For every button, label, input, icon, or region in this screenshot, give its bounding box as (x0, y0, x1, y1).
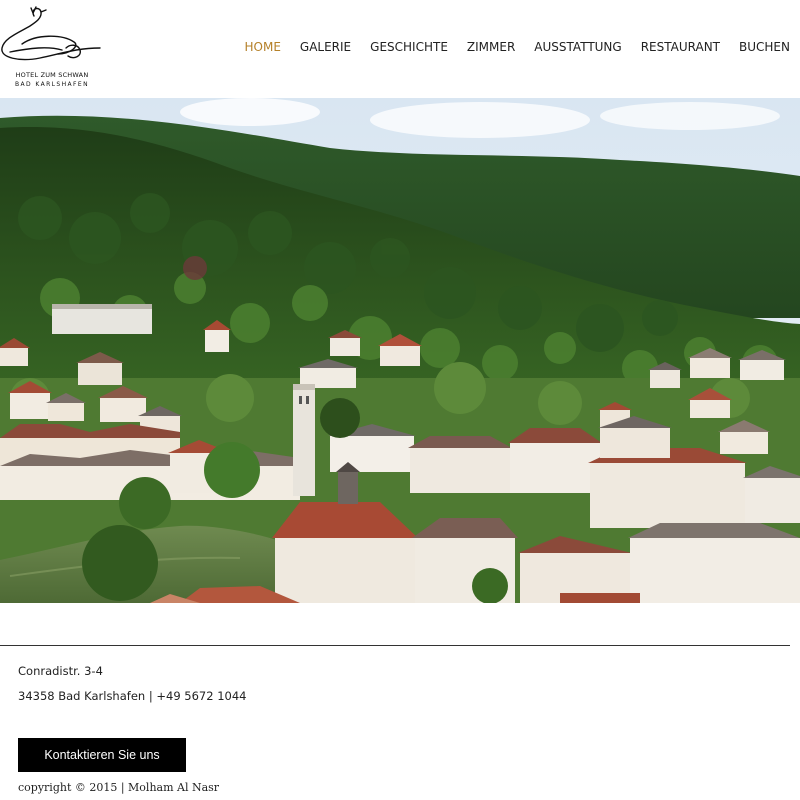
header: HOTEL ZUM SCHWAN BAD KARLSHAFEN HOME GAL… (0, 0, 800, 98)
nav-buchen[interactable]: BUCHEN (739, 40, 790, 54)
logo-title: HOTEL ZUM SCHWAN (15, 71, 89, 79)
main-nav: HOME GALERIE GESCHICHTE ZIMMER AUSSTATTU… (226, 40, 791, 54)
hero-image (0, 98, 800, 603)
copyright-text: copyright © 2015 | Molham Al Nasr (18, 781, 220, 794)
nav-geschichte[interactable]: GESCHICHTE (370, 40, 448, 54)
nav-galerie[interactable]: GALERIE (300, 40, 351, 54)
swan-icon (1, 6, 101, 61)
contact-button[interactable]: Kontaktieren Sie uns (18, 738, 186, 772)
address-city-phone: 34358 Bad Karlshafen | +49 5672 1044 (18, 689, 247, 703)
hero-town-illustration (0, 98, 800, 603)
footer-divider (0, 645, 790, 646)
nav-restaurant[interactable]: RESTAURANT (641, 40, 720, 54)
address-street: Conradistr. 3-4 (18, 664, 103, 678)
nav-home[interactable]: HOME (245, 40, 281, 54)
hotel-logo[interactable]: HOTEL ZUM SCHWAN BAD KARLSHAFEN (0, 4, 104, 92)
nav-ausstattung[interactable]: AUSSTATTUNG (534, 40, 621, 54)
logo-subtitle: BAD KARLSHAFEN (15, 81, 89, 88)
nav-zimmer[interactable]: ZIMMER (467, 40, 515, 54)
